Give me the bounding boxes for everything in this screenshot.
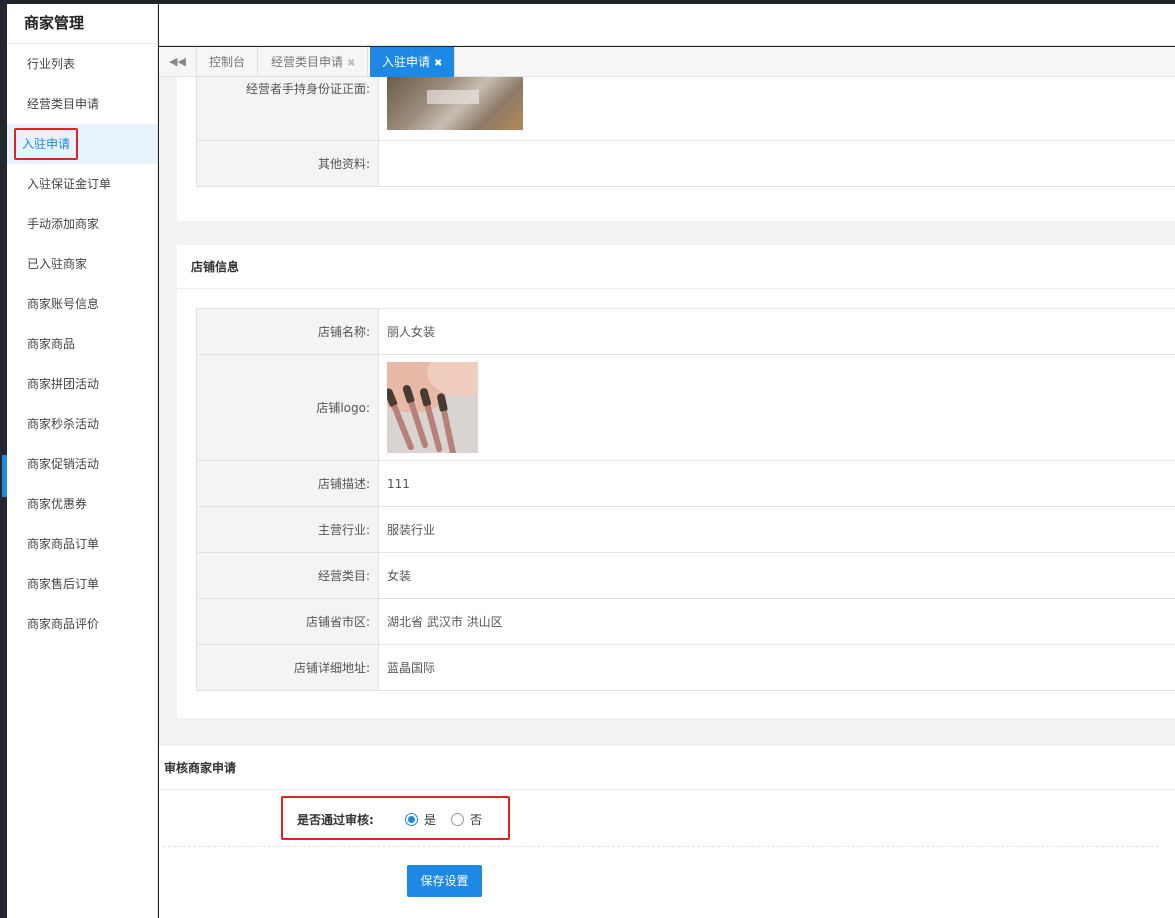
table-row: 经营者手持身份证正面: [196,77,1175,141]
sidebar-item-settled-merchants[interactable]: 已入驻商家 [7,244,157,284]
applicant-info-table: 经营者手持身份证正面: 其他资料: [196,77,1175,187]
sidebar-title: 商家管理 [7,4,157,44]
shop-logo-image [387,362,478,453]
row-value: 女装 [378,552,1175,599]
row-label: 经营类目: [196,552,379,599]
table-row: 店铺logo: [196,354,1175,461]
row-label: 店铺详细地址: [196,644,379,691]
save-settings-button[interactable]: 保存设置 [407,865,482,897]
sidebar-item-after-sale-orders[interactable]: 商家售后订单 [7,564,157,604]
shop-info-table: 店铺名称: 丽人女装 店铺logo: 店铺描述: 111 主营行业: 服装行业 … [196,308,1175,691]
sidebar-item-product-orders[interactable]: 商家商品订单 [7,524,157,564]
sidebar-item-settle-application[interactable]: 入驻申请 [7,124,157,164]
sidebar-item-flash-sale[interactable]: 商家秒杀活动 [7,404,157,444]
table-row: 店铺详细地址: 蓝晶国际 [196,644,1175,691]
table-row: 店铺名称: 丽人女装 [196,308,1175,355]
tab-dashboard[interactable]: 控制台 [197,47,259,77]
review-question: 是否通过审核: [297,813,374,827]
table-row: 店铺省市区: 湖北省 武汉市 洪山区 [196,598,1175,645]
sidebar-item-product-reviews[interactable]: 商家商品评价 [7,604,157,644]
applicant-info-card: 经营者手持身份证正面: 其他资料: [177,77,1175,221]
table-row: 经营类目: 女装 [196,552,1175,599]
sidebar-item-group-buy[interactable]: 商家拼团活动 [7,364,157,404]
row-value: 丽人女装 [378,308,1175,355]
sidebar-item-coupons[interactable]: 商家优惠券 [7,484,157,524]
divider [163,846,1159,847]
approve-yes-radio[interactable]: 是 [405,811,436,828]
row-value [378,140,1175,187]
row-value: 111 [378,460,1175,507]
tab-bar: ◀◀ 控制台 经营类目申请 ✖ 入驻申请 ✖ [159,47,1175,77]
row-value: 服装行业 [378,506,1175,553]
shop-info-card: 店铺信息 店铺名称: 丽人女装 店铺logo: 店铺描述: 111 主营行业: … [177,245,1175,718]
sidebar-item-category-application[interactable]: 经营类目申请 [7,84,157,124]
approve-no-radio[interactable]: 否 [451,811,482,828]
close-icon[interactable]: ✖ [347,58,355,69]
radio-unchecked-icon[interactable] [451,813,464,826]
row-label: 店铺描述: [196,460,379,507]
row-label: 经营者手持身份证正面: [196,77,379,141]
close-icon[interactable]: ✖ [434,58,442,69]
review-card: 审核商家申请 是否通过审核: 是 否 保存设置 [159,746,1175,918]
sidebar-item-label: 入驻申请 [14,128,79,160]
row-value: 蓝晶国际 [378,644,1175,691]
left-app-strip [0,0,7,918]
row-label: 主营行业: [196,506,379,553]
radio-checked-icon[interactable] [405,813,418,826]
row-label: 店铺名称: [196,308,379,355]
table-row: 店铺描述: 111 [196,460,1175,507]
sidebar: 商家管理 行业列表 经营类目申请 入驻申请 入驻保证金订单 手动添加商家 已入驻… [7,4,158,918]
table-row: 主营行业: 服装行业 [196,506,1175,553]
row-label: 店铺logo: [196,354,379,461]
sidebar-item-merchant-products[interactable]: 商家商品 [7,324,157,364]
review-row: 是否通过审核: 是 否 [159,790,1159,846]
tab-settle-application[interactable]: 入驻申请 ✖ [370,47,456,77]
sidebar-item-deposit-orders[interactable]: 入驻保证金订单 [7,164,157,204]
sidebar-item-merchant-accounts[interactable]: 商家账号信息 [7,284,157,324]
row-value [378,77,1175,141]
top-header [159,4,1175,46]
row-value: 湖北省 武汉市 洪山区 [378,598,1175,645]
main-content: 经营者手持身份证正面: 其他资料: 店铺信息 店铺名称: 丽人女装 店铺logo… [159,77,1175,918]
table-row: 其他资料: [196,140,1175,187]
id-card-photo [387,77,523,130]
tab-category-application[interactable]: 经营类目申请 ✖ [259,47,369,77]
sidebar-item-add-merchant[interactable]: 手动添加商家 [7,204,157,244]
row-value [378,354,1175,461]
section-title: 审核商家申请 [159,746,1175,790]
review-highlight-box: 是否通过审核: 是 否 [281,796,510,840]
section-title: 店铺信息 [177,245,1175,289]
row-label: 其他资料: [196,140,379,187]
sidebar-item-industry-list[interactable]: 行业列表 [7,44,157,84]
double-chevron-left-icon[interactable]: ◀◀ [159,47,197,77]
row-label: 店铺省市区: [196,598,379,645]
sidebar-item-promotions[interactable]: 商家促销活动 [7,444,157,484]
